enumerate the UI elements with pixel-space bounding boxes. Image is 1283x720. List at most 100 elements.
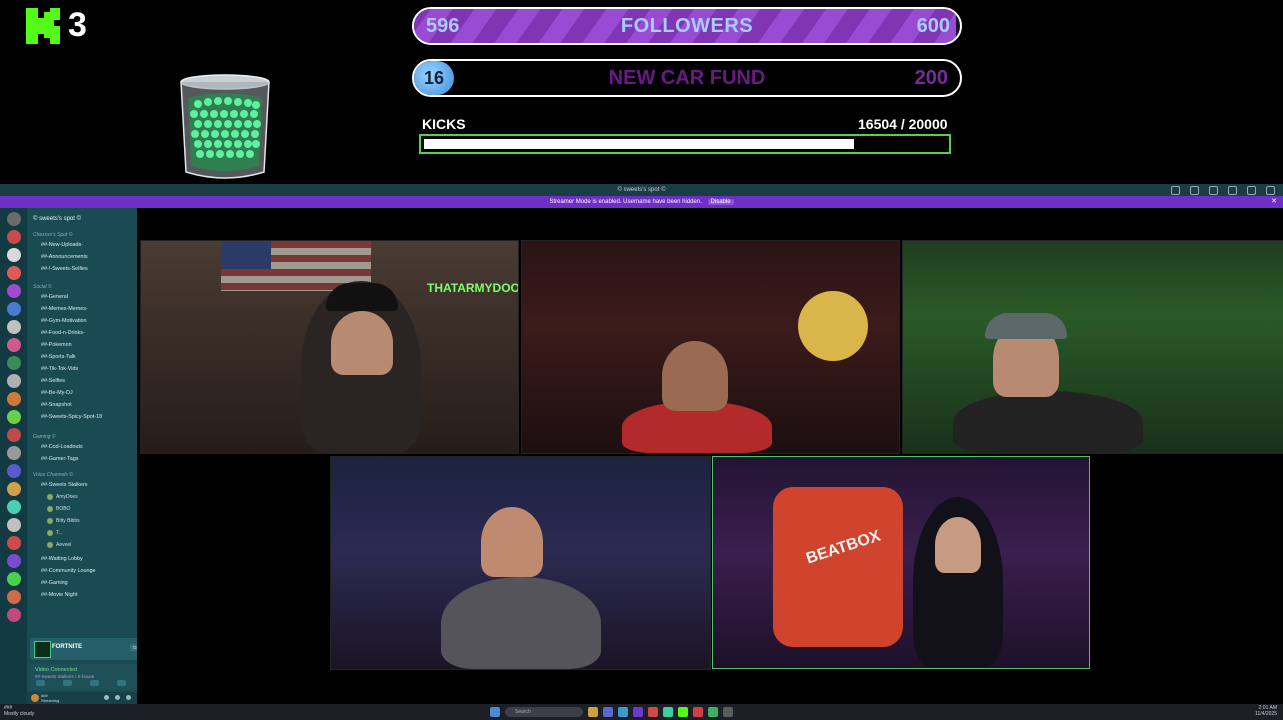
help-icon[interactable] [1190,186,1199,195]
category-label[interactable]: Voice Channels © [33,472,73,478]
screenshare-icon[interactable] [63,680,72,686]
video-tile[interactable] [330,456,711,670]
settings-icon[interactable] [126,695,131,700]
server-icon[interactable] [6,572,21,586]
voice-user[interactable]: T... [47,530,63,536]
minimize-icon[interactable] [1228,186,1237,195]
server-icon[interactable] [6,482,21,496]
server-icon[interactable] [6,518,21,532]
activities-icon[interactable] [90,680,99,686]
server-icon[interactable] [6,536,21,550]
voice-user[interactable]: AmyDoes [47,494,78,500]
taskbar-app-icon[interactable] [708,707,718,717]
server-icon[interactable] [6,284,21,298]
channel-item[interactable]: ##-Sweets-Spicy-Spot-18 [41,414,102,420]
channel-item[interactable]: ##-Gamer-Tags [41,456,78,462]
streamer-mode-notice: Streamer Mode is enabled. Username have … [0,196,1283,208]
channel-item[interactable]: ##-Tik-Tok-Vids [41,366,78,372]
taskbar-app-icon[interactable] [723,707,733,717]
taskbar-search[interactable]: Search [505,707,583,717]
server-icon[interactable] [6,320,21,334]
notice-close-icon[interactable]: ✕ [1271,196,1277,208]
voice-channel-item[interactable]: ##-Community Lounge [41,568,96,574]
server-icon[interactable] [6,356,21,370]
voice-user[interactable]: BOBO [47,506,70,512]
channel-item[interactable]: ##-Be-My-DJ [41,390,73,396]
plush-decor [798,291,868,361]
channel-item[interactable]: ##-Announcements [41,254,88,260]
kick-count: 3 [68,6,87,44]
notice-disable-button[interactable]: Disable [707,199,734,205]
discord-window: © sweets's spot © Streamer Mode is enabl… [0,184,1283,704]
channel-item[interactable]: ##-Cod-Loadouts [41,444,83,450]
category-label[interactable]: Gaming © [33,434,56,440]
voice-channel-item[interactable]: ##-Movie Night [41,592,77,598]
server-icon[interactable] [6,266,21,280]
server-name[interactable]: © sweets's spot © [33,216,81,222]
channel-item[interactable]: ##-Food-n-Drinks- [41,330,85,336]
taskbar-app-icon[interactable] [663,707,673,717]
soundboard-icon[interactable] [117,680,126,686]
cap [985,313,1067,339]
category-label[interactable]: Social © [33,284,52,290]
channel-item[interactable]: ##-General [41,294,68,300]
server-icon[interactable] [6,410,21,424]
voice-channel-item[interactable]: ##-Sweets Stalkers [41,482,87,488]
channel-item[interactable]: ##-Selfies [41,378,65,384]
channel-item[interactable]: ##-Pokemon [41,342,72,348]
taskbar-app-icon[interactable] [678,707,688,717]
server-icon[interactable] [6,608,21,622]
taskbar-app-icon[interactable] [633,707,643,717]
video-tile[interactable] [902,240,1283,454]
taskbar-app-icon[interactable] [603,707,613,717]
server-icon[interactable] [6,446,21,460]
channel-item[interactable]: ##-Memes-Memes- [41,306,88,312]
server-icon[interactable] [6,374,21,388]
server-icon[interactable] [6,212,21,226]
avatar[interactable] [31,694,39,702]
mic-icon[interactable] [104,695,109,700]
voice-user[interactable]: Aeveel [47,542,71,548]
video-tile[interactable] [521,240,900,454]
taskbar-app-icon[interactable] [618,707,628,717]
category-label[interactable]: Chexxxx's Spot © [33,232,72,238]
server-icon[interactable] [6,554,21,568]
channel-item[interactable]: ##-Sports-Talk [41,354,76,360]
voice-channel-item[interactable]: ##-Waiting Lobby [41,556,83,562]
server-icon[interactable] [6,464,21,478]
avatar [47,530,53,536]
taskbar-app-icon[interactable] [648,707,658,717]
channel-item[interactable]: ##-Snapshot [41,402,72,408]
close-icon[interactable] [1266,186,1275,195]
server-icon[interactable] [6,500,21,514]
channel-item[interactable]: ##-!-Sweets-Selfies [41,266,88,272]
video-tile[interactable]: BEATBOX [712,456,1090,669]
cap [326,283,398,311]
tile-1-label: THATARMYDOOD [427,281,519,295]
weather-widget[interactable]: ### Mostly cloudy [4,705,34,717]
server-icon[interactable] [6,248,21,262]
face [935,517,981,573]
download-icon[interactable] [1209,186,1218,195]
voice-user[interactable]: Bitty Bibbs [47,518,80,524]
server-icon[interactable] [6,338,21,352]
channel-item[interactable]: ##-New-Uploads- [41,242,83,248]
maximize-icon[interactable] [1247,186,1256,195]
server-icon[interactable] [6,230,21,244]
server-icon[interactable] [6,392,21,406]
clock[interactable]: 2:01 AM 11/4/2025 [1255,705,1277,717]
server-icon[interactable] [6,302,21,316]
avatar [47,542,53,548]
video-tile[interactable]: THATARMYDOOD [140,240,519,454]
headphones-icon[interactable] [115,695,120,700]
server-icon[interactable] [6,428,21,442]
voice-channel-item[interactable]: ##-Gaming [41,580,68,586]
taskbar-app-icon[interactable] [490,707,500,717]
taskbar-app-icon[interactable] [588,707,598,717]
camera-icon[interactable] [36,680,45,686]
taskbar-app-icon[interactable] [693,707,703,717]
channel-item[interactable]: ##-Gym-Motivation [41,318,87,324]
server-icon[interactable] [6,590,21,604]
car-fund-goal: 200 [914,67,948,89]
inbox-icon[interactable] [1171,186,1180,195]
